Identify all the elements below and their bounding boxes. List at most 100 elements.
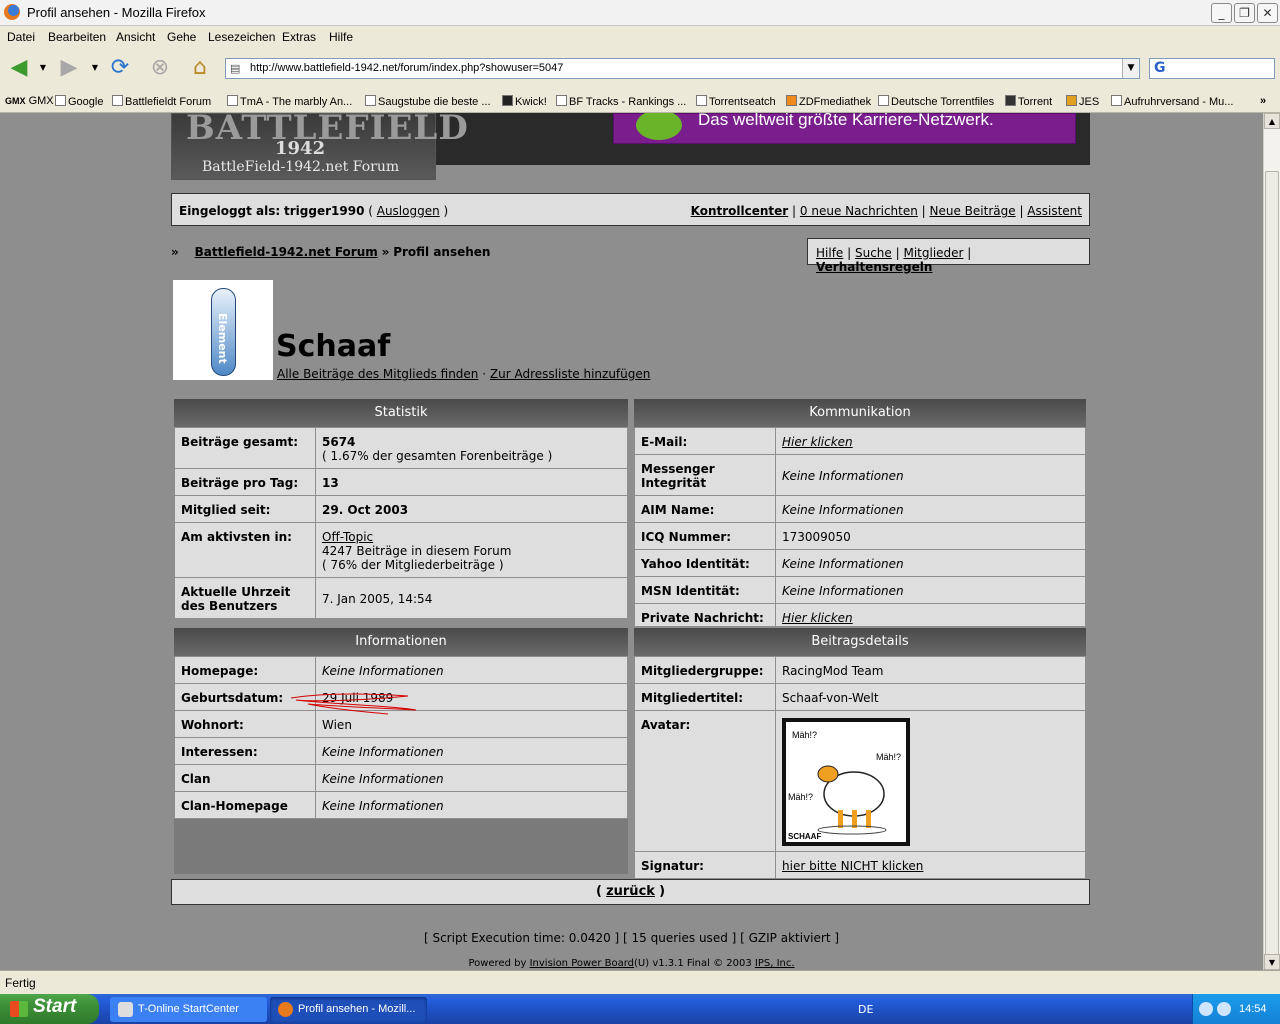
communication-header: Kommunikation (634, 399, 1086, 427)
firefox-icon (278, 1002, 293, 1017)
bookmark-gmx[interactable]: GMX GMX (5, 95, 54, 107)
status-bar: Fertig (0, 970, 1280, 994)
profile-username: Schaaf (276, 329, 391, 364)
stats-panel: Statistik Beiträge gesamt: 5674( 1.67% de… (172, 397, 630, 625)
menu-extras[interactable]: Extras (282, 30, 316, 44)
battlefield-logo[interactable]: BATTLEFIELD 1942 BattleField-1942.net Fo… (171, 113, 468, 180)
back-link[interactable]: zurück (606, 884, 655, 899)
rules-link[interactable]: Verhaltensregeln (816, 260, 932, 274)
svg-text:Mäh!?: Mäh!? (788, 792, 813, 802)
post-details-header: Beitragsdetails (634, 628, 1086, 656)
maximize-button[interactable]: ❐ (1234, 3, 1255, 23)
menu-hilfe[interactable]: Hilfe (329, 30, 353, 44)
menu-ansicht[interactable]: Ansicht (116, 30, 155, 44)
svg-text:SCHAAF: SCHAAF (788, 832, 821, 841)
stats-header: Statistik (174, 399, 628, 427)
search-link[interactable]: Suche (855, 246, 892, 260)
stats-value: 7. Jan 2005, 14:54 (315, 577, 628, 619)
tray-arrow-icon[interactable] (1199, 1002, 1213, 1016)
home-icon[interactable]: ⌂ (186, 54, 214, 82)
signature-link[interactable]: hier bitte NICHT klicken (782, 859, 923, 873)
ips-link[interactable]: IPS, Inc. (755, 958, 795, 969)
tonline-icon (118, 1002, 133, 1017)
new-posts-link[interactable]: Neue Beiträge (930, 204, 1016, 218)
bookmark-battlefield-forum[interactable]: Battlefieldt Forum (112, 95, 211, 108)
network-icon[interactable] (1217, 1002, 1231, 1016)
ipb-link[interactable]: Invision Power Board (530, 958, 634, 969)
add-contact-link[interactable]: Zur Adressliste hinzufügen (490, 367, 650, 381)
forward-arrow-icon[interactable]: ▶ (55, 54, 83, 82)
logged-in-label: Eingeloggt als: (179, 204, 281, 218)
stats-key: Am aktivsten in: (174, 522, 316, 578)
clock: 14:54 (1239, 1003, 1267, 1015)
assistant-link[interactable]: Assistent (1027, 204, 1082, 218)
stop-icon[interactable]: ⊗ (146, 54, 174, 82)
scroll-thumb[interactable] (1265, 171, 1279, 956)
google-search-icon: G (1154, 60, 1166, 76)
bookmark-bf-tracks[interactable]: BF Tracks - Rankings ... (556, 95, 686, 108)
language-indicator[interactable]: DE (858, 1003, 873, 1016)
bookmark-deutsche-torrentfiles[interactable]: Deutsche Torrentfiles (878, 95, 994, 108)
bookmark-saugstube[interactable]: Saugstube die beste ... (365, 95, 491, 108)
forward-history-dropdown[interactable]: ▼ (88, 54, 102, 82)
private-message-link[interactable]: Hier klicken (782, 611, 853, 625)
page-viewport: BATTLEFIELD 1942 BattleField-1942.net Fo… (0, 113, 1263, 970)
stats-value: 29. Oct 2003 (315, 495, 628, 523)
scroll-up-icon[interactable]: ▲ (1264, 113, 1280, 129)
reload-icon[interactable]: ⟳ (106, 54, 134, 82)
email-link[interactable]: Hier klicken (782, 435, 853, 449)
members-link[interactable]: Mitglieder (903, 246, 963, 260)
find-posts-link[interactable]: Alle Beiträge des Mitglieds finden (277, 367, 478, 381)
logout-link[interactable]: Ausloggen (377, 204, 440, 218)
breadcrumb: » Battlefield-1942.net Forum » Profil an… (171, 245, 491, 259)
vertical-scrollbar[interactable]: ▲ ▼ (1263, 113, 1280, 970)
taskbar-item-tonline[interactable]: T-Online StartCenter (110, 997, 267, 1022)
bookmark-torrentseatch[interactable]: Torrentseatch (696, 95, 776, 108)
stats-value: Off-Topic 4247 Beiträge in diesem Forum( … (315, 522, 628, 578)
help-links-box: Hilfe | Suche | Mitglieder | Verhaltensr… (807, 238, 1090, 274)
start-button[interactable]: Start (0, 994, 99, 1024)
taskbar: Start T-Online StartCenter Profil ansehe… (0, 994, 1280, 1024)
bookmark-jes[interactable]: JES (1066, 95, 1099, 108)
stats-key: Beiträge gesamt: (174, 427, 316, 469)
back-history-dropdown[interactable]: ▼ (36, 54, 50, 82)
bookmark-google[interactable]: Google (55, 95, 103, 108)
back-arrow-icon[interactable]: ◀ (5, 54, 33, 82)
search-box[interactable]: G (1149, 58, 1275, 79)
menu-lesezeichen[interactable]: Lesezeichen (208, 30, 275, 44)
bookmark-kwick[interactable]: Kwick! (502, 95, 547, 108)
profile-links: Alle Beiträge des Mitglieds finden · Zur… (277, 367, 651, 381)
window-title: Profil ansehen - Mozilla Firefox (27, 5, 206, 20)
menu-bearbeiten[interactable]: Bearbeiten (48, 30, 106, 44)
bookmark-aufruhrversand[interactable]: Aufruhrversand - Mu... (1111, 95, 1233, 108)
stats-key: Beiträge pro Tag: (174, 468, 316, 496)
breadcrumb-forum-link[interactable]: Battlefield-1942.net Forum (195, 245, 378, 259)
communication-panel: Kommunikation E-Mail: Hier klicken Messen… (632, 397, 1088, 631)
menu-gehe[interactable]: Gehe (167, 30, 196, 44)
active-forum-link[interactable]: Off-Topic (322, 530, 373, 544)
info-header: Informationen (174, 628, 628, 656)
forum-banner: BATTLEFIELD 1942 BattleField-1942.net Fo… (171, 113, 1090, 180)
bookmarks-bar: GMX GMX Google Battlefieldt Forum TmA - … (0, 90, 1280, 113)
svg-text:Mäh!?: Mäh!? (876, 752, 901, 762)
page-icon: ▤ (230, 62, 241, 75)
skateboard-image: Element (211, 288, 236, 376)
scroll-down-icon[interactable]: ▼ (1264, 954, 1280, 970)
info-panel: Informationen Homepage: Keine Information… (172, 626, 630, 876)
taskbar-item-firefox[interactable]: Profil ansehen - Mozill... (270, 997, 427, 1022)
bookmark-torrent[interactable]: Torrent (1005, 95, 1052, 108)
close-button[interactable]: ✕ (1257, 3, 1278, 23)
bookmarks-overflow-chevron-icon[interactable]: » (1260, 95, 1266, 107)
bookmark-tma[interactable]: TmA - The marbly An... (227, 95, 352, 108)
menu-datei[interactable]: Datei (7, 30, 35, 44)
ad-banner[interactable]: Das weltweit größte Karriere-Netzwerk. (613, 113, 1076, 144)
back-bar: ( zurück ) (171, 879, 1090, 905)
firefox-icon (4, 4, 20, 20)
control-center-link[interactable]: Kontrollcenter (691, 204, 789, 218)
address-bar[interactable]: ▤ http://www.battlefield-1942.net/forum/… (225, 58, 1140, 79)
new-messages-link[interactable]: 0 neue Nachrichten (800, 204, 918, 218)
help-link[interactable]: Hilfe (816, 246, 843, 260)
url-dropdown-icon[interactable]: ▼ (1122, 59, 1139, 78)
bookmark-zdfmediathek[interactable]: ZDFmediathek (786, 95, 871, 108)
minimize-button[interactable]: _ (1211, 3, 1232, 23)
